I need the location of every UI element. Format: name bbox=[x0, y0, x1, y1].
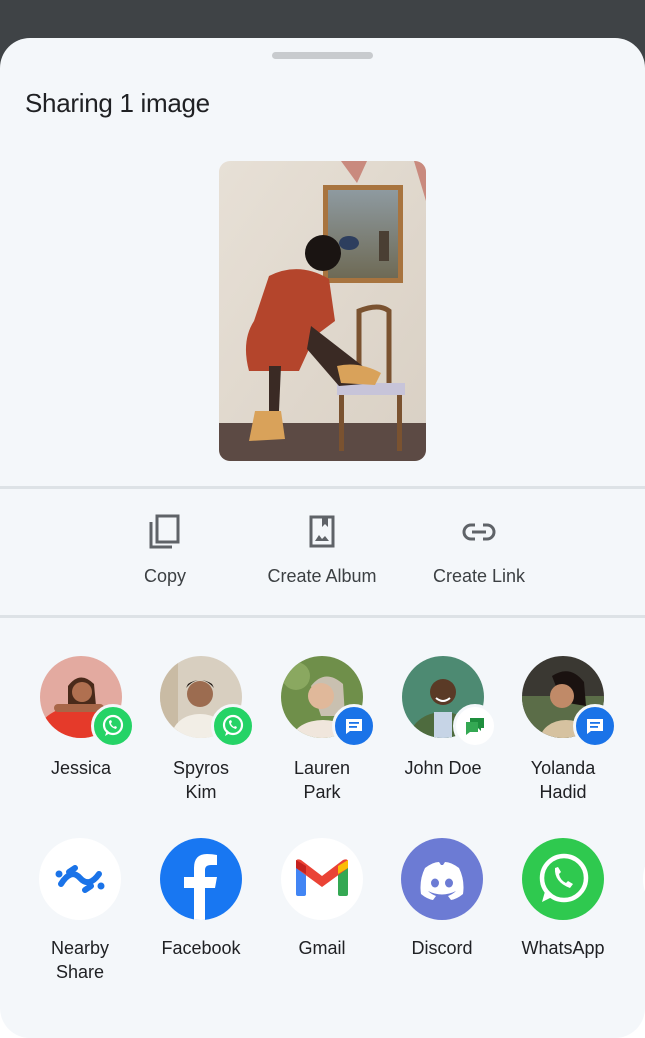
copy-button[interactable]: Copy bbox=[85, 490, 245, 616]
contact-name: Lauren Park bbox=[293, 758, 351, 802]
app-name: Facebook bbox=[161, 938, 241, 958]
link-icon bbox=[462, 523, 496, 541]
contact-name: Yolanda Hadid bbox=[530, 758, 596, 802]
copy-icon bbox=[149, 514, 180, 549]
google-chat-badge-icon bbox=[453, 704, 497, 748]
messages-badge-icon bbox=[332, 704, 376, 748]
app-name: Nearby Share bbox=[50, 938, 110, 982]
create-album-button[interactable]: Create Album bbox=[242, 490, 402, 616]
quick-actions: Copy Create Album Create Link bbox=[0, 490, 645, 616]
whatsapp-icon bbox=[522, 838, 604, 920]
whatsapp-badge-icon bbox=[211, 704, 255, 748]
drag-handle[interactable] bbox=[272, 52, 373, 59]
create-album-label: Create Album bbox=[267, 566, 377, 586]
app-name: Gmail bbox=[298, 938, 346, 958]
gmail-icon bbox=[281, 838, 363, 920]
copy-label: Copy bbox=[143, 566, 187, 586]
nearby-share-icon bbox=[39, 838, 121, 920]
whatsapp-badge-icon bbox=[91, 704, 135, 748]
preview-photo bbox=[219, 161, 426, 461]
create-link-button[interactable]: Create Link bbox=[399, 490, 559, 616]
direct-share-targets: Jessica Spyros Kim Lauren Park John Doe … bbox=[0, 618, 645, 802]
contact-name: Spyros Kim bbox=[172, 758, 230, 802]
app-name: WhatsApp bbox=[521, 938, 605, 958]
album-icon bbox=[309, 515, 335, 548]
discord-icon bbox=[401, 838, 483, 920]
messages-badge-icon bbox=[573, 704, 617, 748]
divider-top bbox=[0, 486, 645, 489]
contact-name: Jessica bbox=[50, 758, 112, 778]
create-link-label: Create Link bbox=[432, 566, 526, 586]
contact-name: John Doe bbox=[404, 758, 482, 778]
sheet-title: Sharing 1 image bbox=[25, 88, 210, 118]
share-sheet: Sharing 1 image Copy Create Album Create… bbox=[0, 38, 645, 1038]
app-name: Discord bbox=[411, 938, 473, 958]
facebook-icon bbox=[160, 838, 242, 920]
app-share-targets: Nearby Share Facebook Gmail Discord What… bbox=[0, 798, 645, 1038]
image-preview[interactable] bbox=[219, 161, 426, 461]
